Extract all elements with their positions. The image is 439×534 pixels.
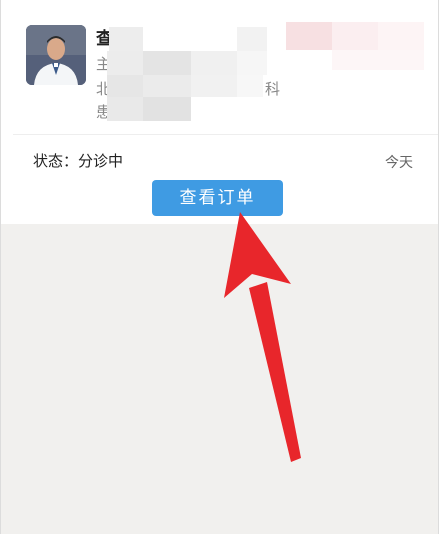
arrow-head <box>224 212 291 298</box>
doctor-photo-icon <box>26 25 86 85</box>
card-divider <box>13 134 438 135</box>
order-card: 查 主 北 科 患 状态：分诊中 今天 查看订单 <box>1 0 438 224</box>
doctor-department: 科 <box>265 80 281 98</box>
order-page: 查 主 北 科 患 状态：分诊中 今天 查看订单 <box>0 0 439 534</box>
doctor-avatar <box>26 25 86 85</box>
arrow-shaft <box>249 282 301 462</box>
view-order-button[interactable]: 查看订单 <box>152 180 283 216</box>
order-time: 今天 <box>385 155 413 171</box>
order-status: 状态：分诊中 <box>33 152 124 170</box>
